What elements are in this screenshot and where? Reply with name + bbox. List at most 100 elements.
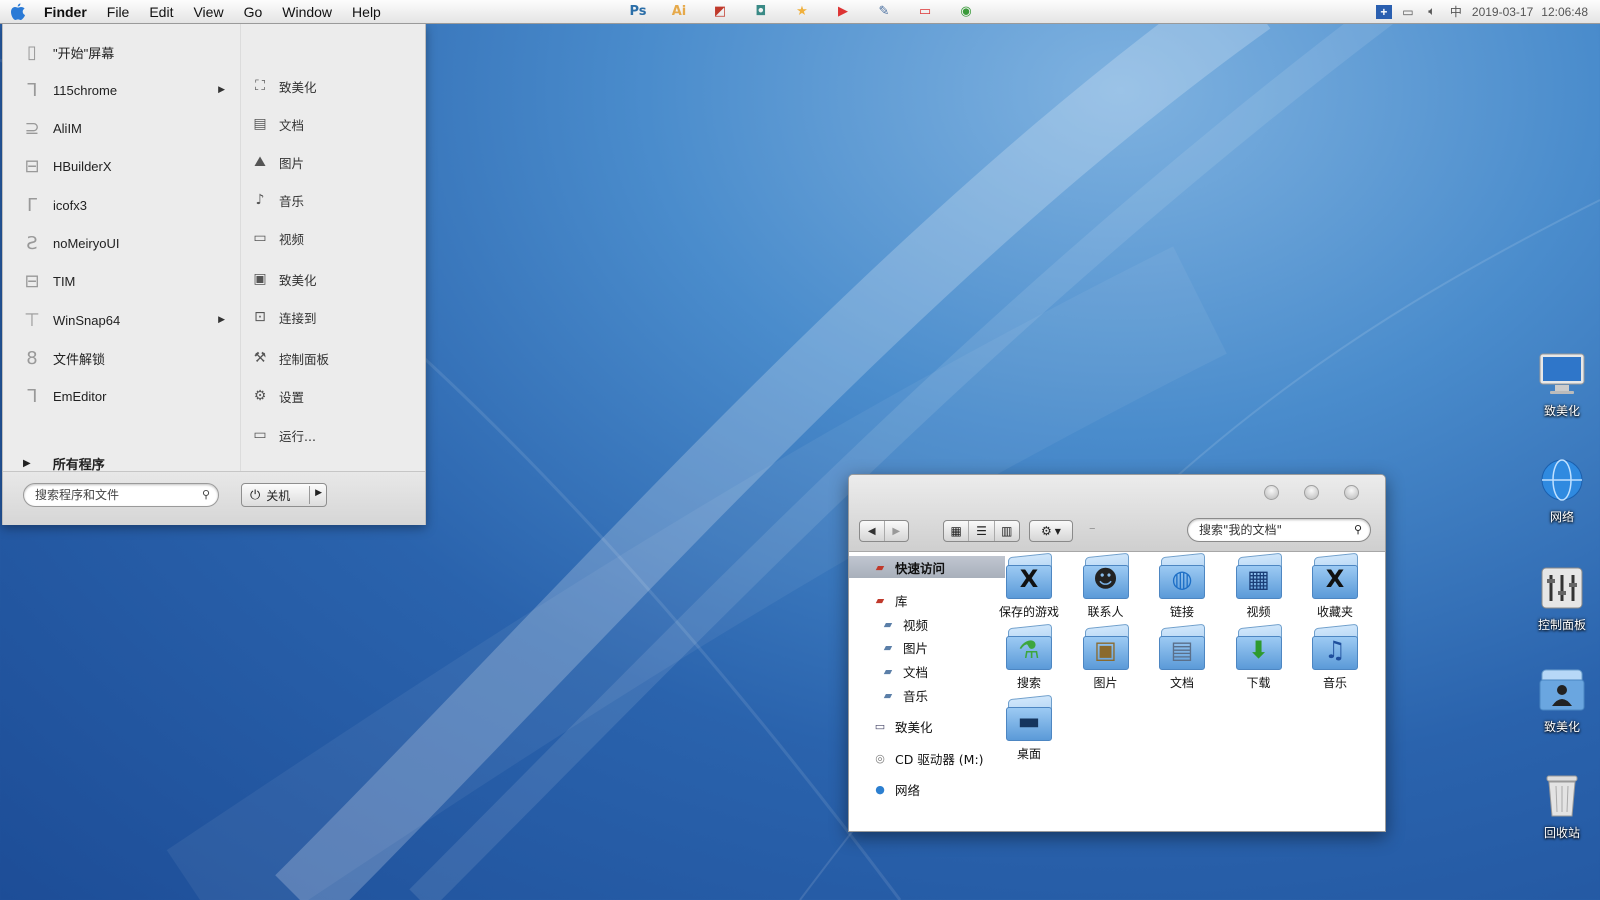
start-place-item[interactable]: ♪ 音乐 [241,182,426,218]
start-program-item[interactable]: ⊤ WinSnap64 ▶ [3,302,239,338]
sidebar-item[interactable]: ▰ 音乐 [849,684,928,706]
sidebar-item[interactable]: ● 网络 [849,778,920,800]
search-icon[interactable]: ⚲ [1354,523,1362,536]
folder-item[interactable]: ▤ 文档 [1144,623,1220,698]
shutdown-options-chevron-icon[interactable]: ▶ [315,488,322,498]
start-place-item[interactable]: ▭ 运行... [241,417,426,453]
folder-item[interactable]: ▬ 桌面 [991,694,1067,769]
start-place-item[interactable]: ⚙ 设置 [241,378,426,414]
language-icon[interactable]: 中 [1448,5,1464,19]
forward-arrow-icon[interactable]: ▶ [883,521,909,541]
document-icon: ▤ [253,116,267,132]
remote-desktop-icon[interactable]: ▭ [912,3,938,20]
sidebar-item[interactable]: ◎ CD 驱动器 (M:) [849,747,983,769]
folder-glyph: X [1325,565,1345,593]
start-program-item[interactable]: ᒥ icofx3 [3,187,239,223]
folder-item[interactable]: X 收藏夹 [1297,552,1373,627]
start-program-item[interactable]: ᒣ 115chrome ▶ [3,72,239,108]
start-place-item[interactable]: ⚒ 控制面板 [241,340,426,376]
start-place-item[interactable]: ⛶ 致美化 [241,68,426,104]
start-program-item[interactable]: ▯ "开始"屏幕 [3,34,239,70]
input-method-icon[interactable]: + [1375,4,1392,19]
sidebar-item[interactable]: ▰ 图片 [849,636,928,658]
desktop-icon-label: 控制面板 [1537,618,1586,632]
start-program-label: HBuilderX [53,159,112,175]
folder-item[interactable]: ☻ 联系人 [1068,552,1144,627]
pictures-folder-icon: ▣ [1082,623,1129,671]
note-icon[interactable]: ✎ [871,3,897,20]
edit-menu[interactable]: Edit [149,4,173,20]
network-status-icon[interactable]: ▭ [1400,5,1416,19]
start-place-item[interactable]: ⊡ 连接到 [241,299,426,335]
folder-glyph: ◍ [1171,565,1193,593]
desktop-icon[interactable]: 网络 [1517,456,1600,525]
desktop-icon[interactable]: 控制面板 [1517,564,1600,633]
nav-buttons: ◀ ▶ [859,520,909,542]
start-program-item[interactable]: ⊇ AliIM [3,111,239,147]
folder-item[interactable]: ◍ 链接 [1144,552,1220,627]
desktop-icon-label: 致美化 [1543,720,1580,734]
illustrator-icon[interactable]: Ai [666,3,692,20]
start-program-item[interactable]: ᒣ EmEditor [3,379,239,415]
start-program-item[interactable]: ⊟ HBuilderX [3,149,239,185]
start-place-item[interactable]: ▤ 文档 [241,106,426,142]
shutdown-button[interactable]: ⏻ 关机 ▶ [241,483,327,507]
star-icon[interactable]: ★ [789,3,815,20]
start-program-item[interactable]: 8 文件解锁 [3,340,239,376]
app-name-menu[interactable]: Finder [44,4,87,20]
column-view-icon[interactable]: ▥ [995,521,1019,541]
sidebar-item[interactable]: ▰ 库 [849,589,908,611]
clock-time[interactable]: 12:06:48 [1541,5,1588,19]
start-place-item[interactable]: ⛰ 图片 [241,144,426,180]
action-menu-button[interactable]: ⚙ ▼ [1029,520,1073,542]
photoshop-icon[interactable]: Ps [625,3,651,20]
folder-item[interactable]: ▣ 图片 [1068,623,1144,698]
youtube-icon[interactable]: ▶ [830,3,856,20]
folder-item[interactable]: ▦ 视频 [1221,552,1297,627]
list-view-icon[interactable]: ☰ [969,521,995,541]
icon-view-icon[interactable]: ▦ [944,521,970,541]
chrome-icon[interactable]: ◉ [953,3,979,20]
sidebar-item[interactable]: ▰ 视频 [849,613,928,635]
app-icon-icofx3: ᒥ [26,194,38,216]
start-program-item[interactable]: ƧnoMeiryoUI [3,226,239,262]
start-place-label: 运行... [279,428,316,444]
window-zoom-button[interactable] [1304,485,1319,500]
folder-item[interactable]: ♫ 音乐 [1297,623,1373,698]
sidebar-item[interactable]: ▰ 文档 [849,660,928,682]
desktop-icon[interactable]: 致美化 [1517,666,1600,735]
folder-item[interactable]: ⬇ 下载 [1221,623,1297,698]
desktop-icon[interactable]: 致美化 [1517,350,1600,419]
back-arrow-icon[interactable]: ◀ [860,521,884,541]
window-minimize-button[interactable] [1264,485,1279,500]
go-menu[interactable]: Go [244,4,263,20]
all-programs-label: 所有程序 [52,457,105,473]
help-menu[interactable]: Help [352,4,381,20]
sidebar-item[interactable]: ▰ 快速访问 [849,556,1005,578]
window-menu[interactable]: Window [282,4,332,20]
volume-icon[interactable]: 🔈︎ [1424,4,1440,19]
folder-item[interactable]: ⚗ 搜索 [991,623,1067,698]
view-menu[interactable]: View [193,4,223,20]
app-icon-hbuilderx: ⊟ [24,156,40,178]
start-program-item[interactable]: ⊟ TIM [3,264,239,300]
apple-menu-icon[interactable] [10,3,30,21]
screenshot-icon[interactable]: ◩ [707,3,733,20]
search-icon[interactable]: ⚲ [202,488,210,501]
file-menu[interactable]: File [107,4,130,20]
chevron-right-icon: ▶ [23,457,31,469]
start-place-item[interactable]: ▭ 视频 [241,220,426,256]
folder-label: 视频 [1246,605,1271,619]
desktop-icon[interactable]: 回收站 [1517,772,1600,841]
clock-date[interactable]: 2019-03-17 [1472,5,1533,19]
camera-icon[interactable]: ◘ [748,3,774,20]
start-place-label: 音乐 [279,193,305,209]
sidebar-item[interactable]: ▭ 致美化 [849,715,933,737]
finder-search-input[interactable] [1197,522,1351,538]
start-search-input[interactable] [33,487,197,503]
folder-item[interactable]: X 保存的游戏 [991,552,1067,627]
window-close-button[interactable] [1344,485,1359,500]
run-icon: ▭ [253,427,267,443]
start-place-item[interactable]: ▣ 致美化 [241,261,426,297]
folder-label: 图片 [1093,676,1118,690]
